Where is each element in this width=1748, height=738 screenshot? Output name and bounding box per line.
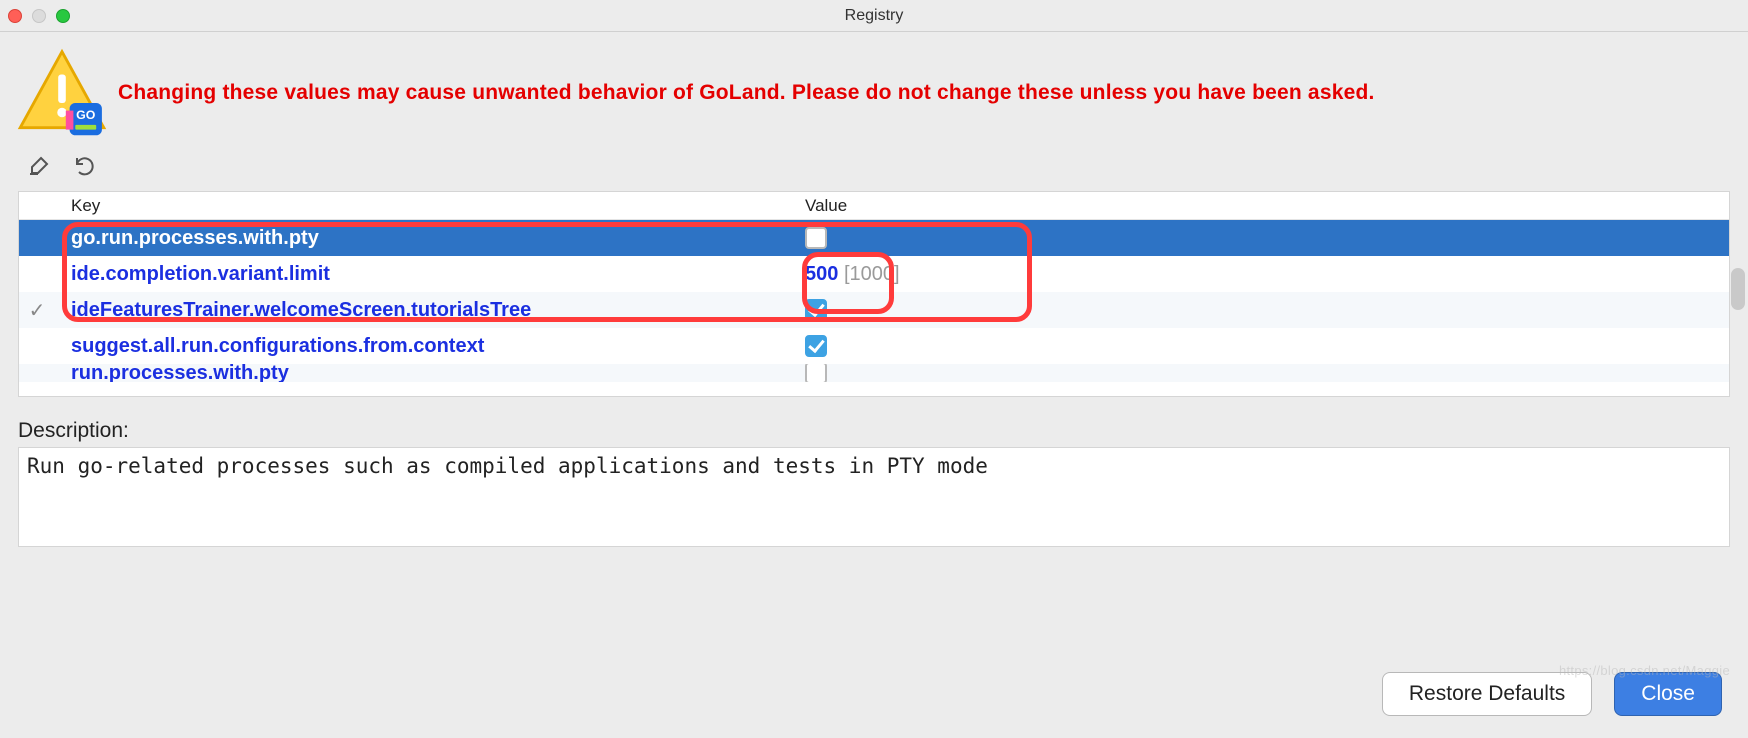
table-row[interactable]: suggest.all.run.configurations.from.cont… [19, 328, 1729, 364]
row-value[interactable] [787, 299, 1729, 321]
description-box: Run go-related processes such as compile… [18, 447, 1730, 547]
table-row[interactable]: go.run.processes.with.pty [19, 220, 1729, 256]
restore-defaults-button[interactable]: Restore Defaults [1382, 672, 1592, 716]
row-value[interactable] [787, 335, 1729, 357]
row-key: ide.completion.variant.limit [55, 263, 787, 286]
svg-text:GO: GO [76, 108, 96, 122]
table-row[interactable]: ide.completion.variant.limit 500 [1000] [19, 256, 1729, 292]
row-value[interactable]: 500 [1000] [787, 263, 1729, 286]
registry-table[interactable]: Key Value go.run.processes.with.pty ide.… [18, 191, 1730, 397]
toolbar [0, 149, 1748, 191]
table-row[interactable]: run.processes.with.pty [19, 364, 1729, 382]
row-value[interactable] [787, 364, 1729, 382]
description-label: Description: [18, 419, 1730, 443]
window-title: Registry [0, 7, 1748, 25]
dialog-buttons: Restore Defaults Close [1382, 672, 1722, 716]
titlebar: Registry [0, 0, 1748, 32]
watermark: https://blog.csdn.net/Maggie [1559, 663, 1730, 678]
row-value[interactable] [787, 227, 1729, 249]
checkbox-unchecked-icon[interactable] [805, 364, 827, 382]
scrollbar-thumb[interactable] [1731, 268, 1745, 310]
checkbox-unchecked-icon[interactable] [805, 227, 827, 249]
checkbox-checked-icon[interactable] [805, 335, 827, 357]
checkbox-checked-icon[interactable] [805, 299, 827, 321]
table-header: Key Value [19, 192, 1729, 220]
row-key: run.processes.with.pty [55, 364, 787, 382]
table-row[interactable]: ✓ ideFeaturesTrainer.welcomeScreen.tutor… [19, 292, 1729, 328]
warning-banner: GO Changing these values may cause unwan… [0, 32, 1748, 149]
revert-button[interactable] [72, 153, 98, 179]
warning-icon: GO [12, 46, 112, 141]
edit-button[interactable] [26, 153, 52, 179]
close-button[interactable]: Close [1614, 672, 1722, 716]
column-key: Key [19, 196, 787, 216]
warning-text: Changing these values may cause unwanted… [112, 79, 1375, 107]
column-value: Value [787, 196, 1729, 216]
row-marker: ✓ [19, 298, 55, 323]
row-key: ideFeaturesTrainer.welcomeScreen.tutoria… [55, 299, 787, 322]
row-key: go.run.processes.with.pty [55, 227, 787, 250]
row-key: suggest.all.run.configurations.from.cont… [55, 335, 787, 358]
